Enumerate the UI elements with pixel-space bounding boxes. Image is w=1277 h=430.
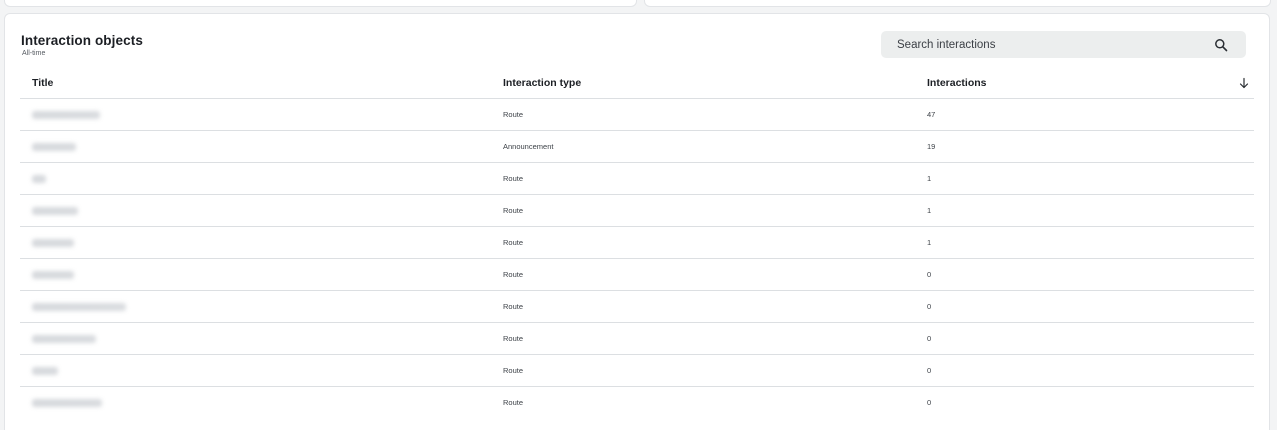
interaction-type-cell: Route [503,174,524,183]
arrow-down-icon[interactable] [1238,77,1250,89]
interactions-count-cell: 0 [927,366,932,375]
interactions-count-cell: 19 [927,142,936,151]
table-row[interactable]: Route 0 [20,291,1254,323]
interaction-type-cell: Route [503,302,524,311]
interaction-type-cell: Route [503,238,524,247]
interaction-type-cell: Route [503,270,524,279]
table-row[interactable]: Announcement 19 [20,131,1254,163]
interaction-objects-panel: Interaction objects All-time Title Inter… [4,13,1270,430]
interactions-count-cell: 1 [927,174,932,183]
interactions-count-cell: 1 [927,238,932,247]
search-box[interactable] [881,31,1246,58]
interactions-count-cell: 47 [927,110,936,119]
table-row[interactable]: Route 47 [20,99,1254,131]
interaction-type-cell: Route [503,398,524,407]
table-row[interactable]: Route 0 [20,387,1254,419]
interaction-type-cell: Route [503,334,524,343]
interactions-count-cell: 0 [927,302,932,311]
panel-title: Interaction objects [21,33,143,48]
table-header: Title Interaction type Interactions [20,69,1254,99]
top-card-left [4,0,637,7]
table-row[interactable]: Route 0 [20,355,1254,387]
table-row[interactable]: Route 1 [20,227,1254,259]
panel-subtitle: All-time [22,50,46,57]
column-header-interaction-type[interactable]: Interaction type [503,77,581,89]
top-card-right [644,0,1271,7]
interactions-count-cell: 0 [927,334,932,343]
table-row[interactable]: Route 1 [20,163,1254,195]
interaction-type-cell: Announcement [503,142,554,151]
interactions-count-cell: 1 [927,206,932,215]
column-header-title[interactable]: Title [32,77,53,89]
interaction-type-cell: Route [503,366,524,375]
interactions-table: Title Interaction type Interactions Rout… [20,69,1254,419]
search-input[interactable] [881,31,1246,58]
table-row[interactable]: Route 0 [20,323,1254,355]
column-header-interactions[interactable]: Interactions [927,77,987,89]
interactions-count-cell: 0 [927,398,932,407]
search-icon[interactable] [1214,38,1228,52]
interaction-type-cell: Route [503,110,524,119]
table-row[interactable]: Route 1 [20,195,1254,227]
interactions-count-cell: 0 [927,270,932,279]
table-row[interactable]: Route 0 [20,259,1254,291]
interaction-type-cell: Route [503,206,524,215]
